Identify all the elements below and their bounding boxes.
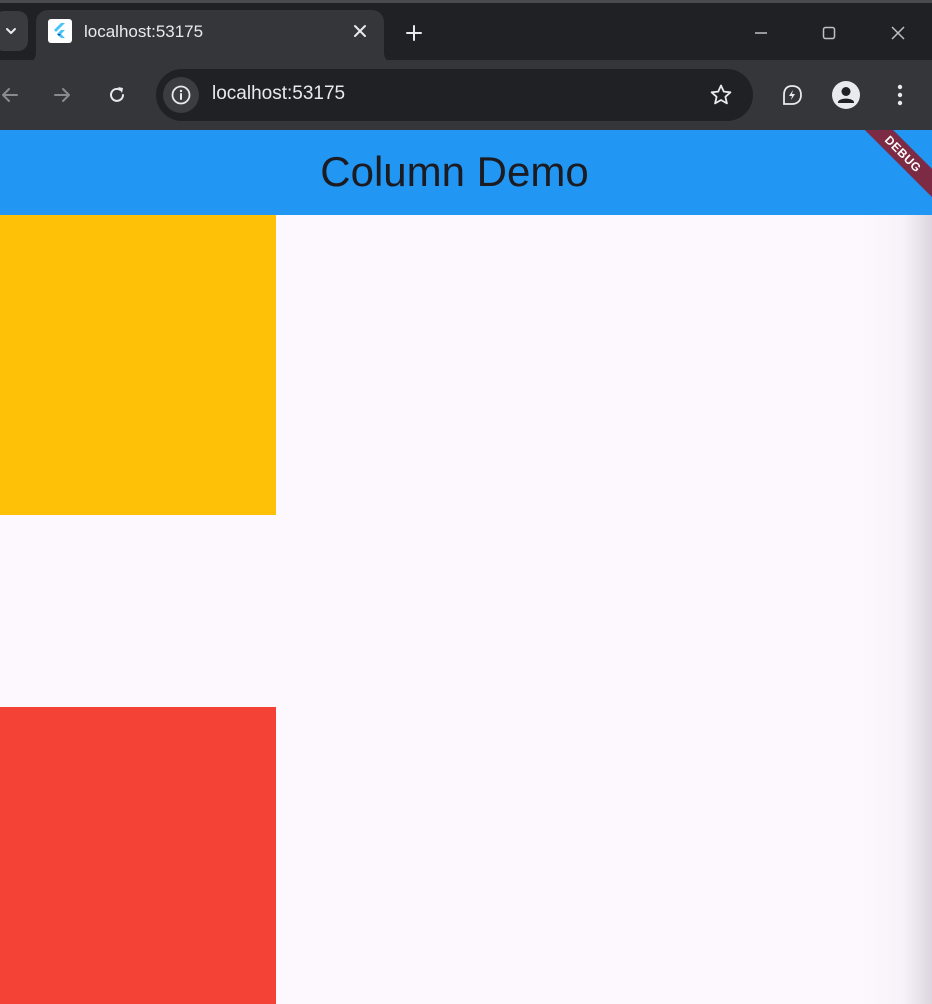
plus-icon bbox=[406, 25, 422, 41]
more-vert-icon bbox=[897, 84, 903, 106]
info-icon bbox=[171, 85, 191, 105]
tab-search-button[interactable] bbox=[0, 11, 28, 51]
back-button[interactable] bbox=[0, 77, 28, 113]
new-tab-button[interactable] bbox=[398, 17, 430, 49]
forward-button[interactable] bbox=[44, 77, 80, 113]
star-icon bbox=[710, 84, 732, 105]
minimize-button[interactable] bbox=[741, 13, 781, 53]
chevron-down-icon bbox=[6, 28, 16, 34]
browser-menu-button[interactable] bbox=[882, 77, 918, 113]
window-close-button[interactable] bbox=[878, 13, 918, 53]
app-bar: Column Demo bbox=[0, 130, 932, 215]
arrow-left-icon bbox=[2, 88, 18, 102]
browser-window: localhost:53175 localhost:53175 Column D… bbox=[0, 0, 932, 1004]
red-box bbox=[0, 707, 276, 1004]
page-title: Column Demo bbox=[320, 148, 589, 195]
url-text: localhost:53175 bbox=[212, 83, 346, 104]
tab-close-button[interactable] bbox=[348, 19, 372, 43]
address-bar[interactable]: localhost:53175 bbox=[156, 69, 753, 121]
tab-strip: localhost:53175 bbox=[0, 0, 932, 63]
minimize-icon bbox=[755, 32, 767, 34]
tab-title: localhost:53175 bbox=[84, 22, 204, 41]
amber-box bbox=[0, 215, 276, 515]
bookmark-button[interactable] bbox=[707, 81, 735, 109]
arrow-right-icon bbox=[54, 88, 70, 102]
reload-button[interactable] bbox=[99, 77, 135, 113]
maximize-icon bbox=[822, 26, 836, 40]
browser-toolbar: localhost:53175 bbox=[0, 60, 932, 130]
site-info-button[interactable] bbox=[163, 77, 199, 113]
extension-button[interactable] bbox=[774, 77, 810, 113]
person-icon bbox=[832, 81, 860, 109]
profile-button[interactable] bbox=[828, 77, 864, 113]
edge-shadow bbox=[862, 215, 932, 1004]
active-tab[interactable]: localhost:53175 bbox=[26, 10, 394, 63]
maximize-button[interactable] bbox=[809, 13, 849, 53]
flutter-logo-icon bbox=[48, 19, 72, 43]
reload-icon bbox=[110, 87, 124, 102]
close-icon bbox=[354, 25, 366, 37]
leaf-bolt-icon bbox=[783, 85, 802, 105]
app-viewport: Column Demo DEBUG bbox=[0, 130, 932, 1004]
close-icon bbox=[891, 26, 905, 40]
